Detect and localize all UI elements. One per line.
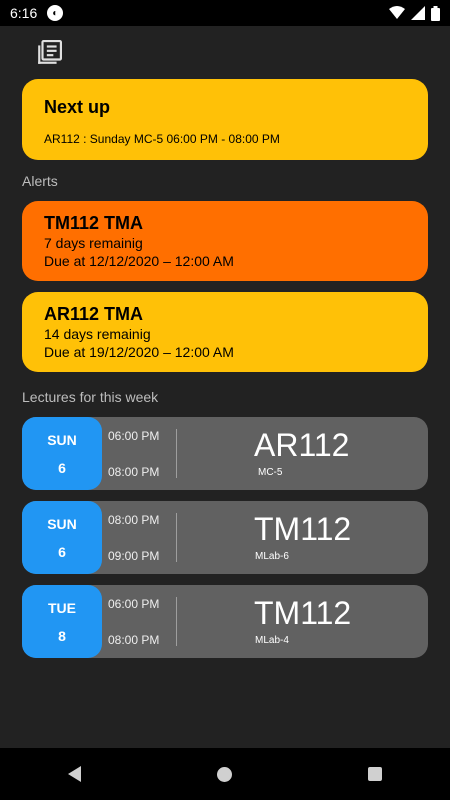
app-bar [0,26,450,78]
end-time: 08:00 PM [108,465,160,479]
status-time: 6:16 [10,5,38,21]
start-time: 06:00 PM [108,429,160,443]
day-name: SUN [47,515,77,532]
lecture-item[interactable]: SUN 6 06:00 PM 08:00 PM AR112 MC-5 [22,417,428,490]
room-name: MLab-4 [255,635,289,646]
signal-icon [411,6,425,20]
day-badge: TUE 8 [22,585,102,658]
status-bar: 6:16 ◐ [0,0,450,26]
alert-title: TM112 TMA [44,213,144,233]
course-code: TM112 [254,511,352,547]
day-date: 6 [58,459,66,476]
lecture-times: 08:00 PM 09:00 PM [108,501,172,574]
wifi-icon [389,6,405,19]
back-icon[interactable] [68,766,81,782]
alert-due: Due at 19/12/2020 – 12:00 AM [44,344,234,360]
day-name: SUN [47,431,77,448]
room-name: MLab-6 [255,551,289,562]
day-date: 6 [58,543,66,560]
lecture-item[interactable]: TUE 8 06:00 PM 08:00 PM TM112 MLab-4 [22,585,428,658]
app-notification-icon: ◐ [47,5,64,21]
alert-due: Due at 12/12/2020 – 12:00 AM [44,253,234,269]
divider [176,513,177,562]
divider [176,597,177,646]
lecture-item[interactable]: SUN 6 08:00 PM 09:00 PM TM112 MLab-6 [22,501,428,574]
day-badge: SUN 6 [22,417,102,490]
lectures-label: Lectures for this week [22,389,159,405]
documents-icon[interactable] [36,40,62,66]
course-code: TM112 [254,595,352,631]
home-icon[interactable] [217,766,232,782]
alerts-label: Alerts [22,173,58,189]
lecture-times: 06:00 PM 08:00 PM [108,417,172,490]
battery-icon [431,5,440,21]
course-code: AR112 [254,427,350,463]
day-date: 8 [58,627,66,644]
alert-card[interactable]: AR112 TMA 14 days remainig Due at 19/12/… [22,292,428,372]
day-badge: SUN 6 [22,501,102,574]
alert-remaining: 14 days remainig [44,326,151,342]
start-time: 06:00 PM [108,597,160,611]
next-up-title: Next up [44,97,111,117]
room-name: MC-5 [258,467,283,478]
divider [176,429,177,478]
system-nav-bar [0,748,450,800]
alert-card[interactable]: TM112 TMA 7 days remainig Due at 12/12/2… [22,201,428,281]
day-name: TUE [48,599,76,616]
next-up-card[interactable]: Next up AR112 : Sunday MC-5 06:00 PM - 0… [22,79,428,160]
end-time: 08:00 PM [108,633,160,647]
start-time: 08:00 PM [108,513,160,527]
end-time: 09:00 PM [108,549,160,563]
alert-title: AR112 TMA [44,304,144,324]
status-icons [389,5,440,21]
recents-icon[interactable] [368,767,382,781]
lecture-times: 06:00 PM 08:00 PM [108,585,172,658]
next-up-detail: AR112 : Sunday MC-5 06:00 PM - 08:00 PM [44,132,280,146]
alert-remaining: 7 days remainig [44,235,143,251]
